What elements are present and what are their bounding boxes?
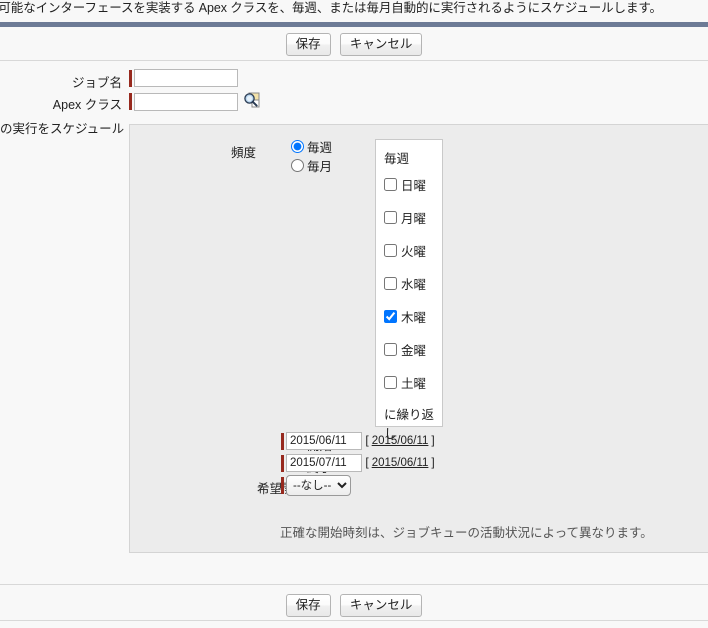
- frequency-radio-weekly-label[interactable]: 毎週: [307, 137, 332, 156]
- schedule-apex-page: ウ可能なインターフェースを実装する Apex クラスを、毎週、または毎月自動的に…: [0, 0, 708, 628]
- frequency-radio-monthly[interactable]: [291, 159, 304, 172]
- lookup-search-icon[interactable]: [243, 91, 261, 112]
- start-date-input[interactable]: [286, 432, 362, 450]
- frequency-option-monthly[interactable]: 毎月: [291, 157, 332, 174]
- start-time-note: 正確な開始時刻は、ジョブキューの活動状況によって異なります。: [280, 526, 653, 540]
- end-date-bracket-open: [: [365, 455, 369, 470]
- end-date-required-marker: [281, 454, 284, 472]
- weekday-label-wednesday[interactable]: 水曜: [401, 274, 426, 293]
- toolbar-bottom-divider: [0, 584, 708, 585]
- frequency-label: 頻度: [231, 146, 257, 160]
- save-button-bottom[interactable]: 保存: [285, 594, 331, 617]
- start-date-required-marker: [281, 432, 284, 450]
- page-bottom-divider: [0, 620, 708, 621]
- weekday-checkbox-saturday[interactable]: [384, 376, 397, 389]
- weekday-row-tuesday[interactable]: 火曜: [384, 241, 442, 260]
- weekday-checkbox-thursday[interactable]: [384, 310, 397, 323]
- apex-class-required-marker: [129, 93, 132, 110]
- frequency-radio-weekly[interactable]: [291, 140, 304, 153]
- weekday-label-sunday[interactable]: 日曜: [401, 175, 426, 194]
- end-date-today-link[interactable]: 2015/06/11: [372, 457, 429, 469]
- preferred-start-time-field-wrap: --なし--: [281, 475, 351, 496]
- weekday-row-sunday[interactable]: 日曜: [384, 175, 442, 194]
- weekday-row-saturday[interactable]: 土曜: [384, 373, 442, 392]
- preferred-start-time-required-marker: [281, 477, 284, 494]
- cancel-button-bottom[interactable]: キャンセル: [339, 594, 423, 617]
- weekday-checkbox-tuesday[interactable]: [384, 244, 397, 257]
- weekday-label-thursday[interactable]: 木曜: [401, 307, 426, 326]
- apex-class-field-wrap: [129, 91, 261, 112]
- weekday-row-monday[interactable]: 月曜: [384, 208, 442, 227]
- weekday-checkbox-sunday[interactable]: [384, 178, 397, 191]
- page-description: ウ可能なインターフェースを実装する Apex クラスを、毎週、または毎月自動的に…: [0, 1, 662, 15]
- weekday-checkbox-friday[interactable]: [384, 343, 397, 356]
- header-divider: [0, 22, 708, 27]
- start-date-field-wrap: [2015/06/11]: [281, 432, 435, 450]
- end-date-field-wrap: [2015/06/11]: [281, 454, 435, 472]
- start-date-bracket-close: ]: [431, 433, 435, 448]
- preferred-start-time-select[interactable]: --なし--: [286, 475, 351, 496]
- frequency-radio-group: 毎週 毎月: [291, 138, 332, 176]
- weekday-label-tuesday[interactable]: 火曜: [401, 241, 426, 260]
- weekday-checkbox-wednesday[interactable]: [384, 277, 397, 290]
- toolbar-top: 保存 キャンセル: [0, 33, 708, 56]
- frequency-option-weekly[interactable]: 毎週: [291, 138, 332, 155]
- apex-class-label: Apex クラス: [52, 98, 122, 112]
- schedule-panel: 頻度 毎週 毎月 毎週 日曜 月曜 火曜 水曜 木曜 金曜 土曜 に繰り返し 2…: [129, 124, 708, 553]
- weekday-label-friday[interactable]: 金曜: [401, 340, 426, 359]
- toolbar-bottom: 保存 キャンセル: [0, 594, 708, 617]
- end-date-bracket-close: ]: [431, 455, 435, 470]
- weekday-checkbox-monday[interactable]: [384, 211, 397, 224]
- weekday-label-monday[interactable]: 月曜: [401, 208, 426, 227]
- schedule-section-label: の実行をスケジュール: [0, 122, 125, 136]
- weekday-row-friday[interactable]: 金曜: [384, 340, 442, 359]
- frequency-radio-monthly-label[interactable]: 毎月: [307, 156, 332, 175]
- weekday-row-wednesday[interactable]: 水曜: [384, 274, 442, 293]
- job-name-input[interactable]: [134, 69, 238, 87]
- apex-class-input[interactable]: [134, 92, 238, 111]
- start-date-bracket-open: [: [365, 433, 369, 448]
- weekday-box-title: 毎週: [384, 152, 410, 166]
- weekday-row-thursday[interactable]: 木曜: [384, 307, 442, 326]
- save-button-top[interactable]: 保存: [285, 33, 331, 56]
- start-date-today-link[interactable]: 2015/06/11: [372, 435, 429, 447]
- end-date-input[interactable]: [286, 454, 362, 472]
- job-name-label: ジョブ名: [71, 76, 122, 90]
- toolbar-top-divider: [0, 60, 708, 61]
- weekday-label-saturday[interactable]: 土曜: [401, 373, 426, 392]
- weekday-selector-box: 毎週 日曜 月曜 火曜 水曜 木曜 金曜 土曜 に繰り返し: [375, 139, 443, 441]
- job-name-field-wrap: [129, 69, 238, 87]
- job-name-required-marker: [129, 69, 132, 87]
- cancel-button-top[interactable]: キャンセル: [339, 33, 423, 56]
